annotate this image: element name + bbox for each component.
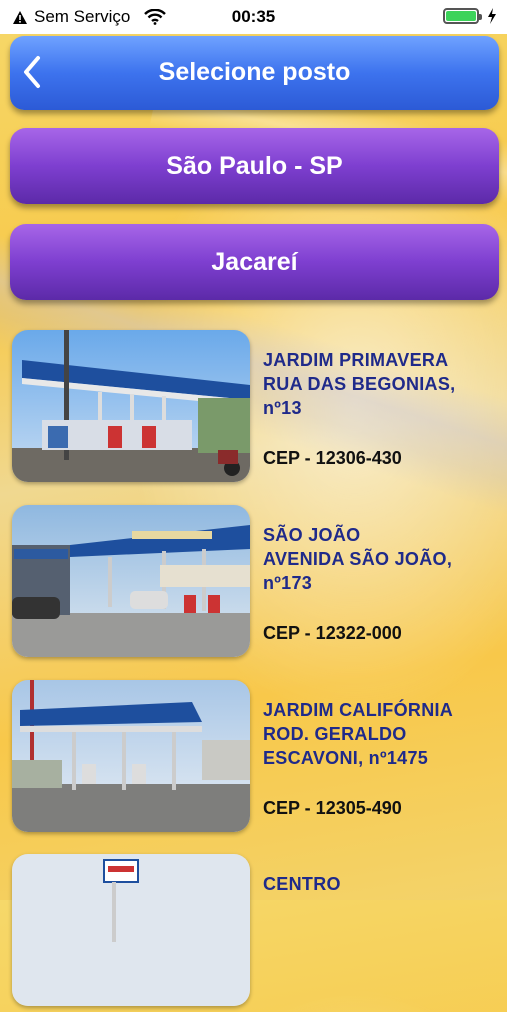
station-address: ROD. GERALDO ESCAVONI, nº1475 — [263, 724, 429, 768]
station-name: CENTRO — [263, 874, 341, 894]
station-item-jardim-primavera[interactable]: JARDIM PRIMAVERA RUA DAS BEGONIAS, nº13 … — [10, 330, 499, 488]
station-name: JARDIM PRIMAVERA — [263, 350, 449, 370]
charging-bolt-icon — [488, 8, 496, 24]
battery-icon — [443, 8, 482, 24]
station-cep: CEP - 12306-430 — [263, 448, 402, 468]
station-photo — [12, 505, 250, 657]
station-info: CENTRO — [263, 872, 499, 896]
station-info: JARDIM CALIFÓRNIA ROD. GERALDO ESCAVONI,… — [263, 698, 499, 770]
station-name: JARDIM CALIFÓRNIA — [263, 700, 454, 720]
city-button[interactable]: Jacareí — [10, 224, 499, 300]
station-cep: CEP - 12305-490 — [263, 798, 402, 818]
navigation-bar: Selecione posto — [10, 36, 499, 110]
station-cep: CEP - 12322-000 — [263, 623, 402, 643]
station-item-jardim-california[interactable]: JARDIM CALIFÓRNIA ROD. GERALDO ESCAVONI,… — [10, 680, 499, 838]
station-info: SÃO JOÃO AVENIDA SÃO JOÃO, nº173 — [263, 523, 499, 595]
page-title: Selecione posto — [158, 58, 351, 86]
station-item-centro[interactable]: CENTRO — [10, 854, 499, 1012]
battery-group — [443, 8, 497, 24]
station-name: SÃO JOÃO — [263, 525, 361, 545]
station-photo — [12, 680, 250, 832]
status-bar: Sem Serviço 00:35 — [0, 0, 507, 34]
station-photo — [12, 330, 250, 482]
station-item-sao-joao[interactable]: SÃO JOÃO AVENIDA SÃO JOÃO, nº173 CEP - 1… — [10, 505, 499, 663]
station-info: JARDIM PRIMAVERA RUA DAS BEGONIAS, nº13 — [263, 348, 499, 420]
station-photo — [12, 854, 250, 1006]
clock: 00:35 — [231, 7, 276, 26]
state-button[interactable]: São Paulo - SP — [10, 128, 499, 204]
station-address: RUA DAS BEGONIAS, nº13 — [263, 374, 456, 418]
station-address: AVENIDA SÃO JOÃO, nº173 — [263, 549, 453, 593]
